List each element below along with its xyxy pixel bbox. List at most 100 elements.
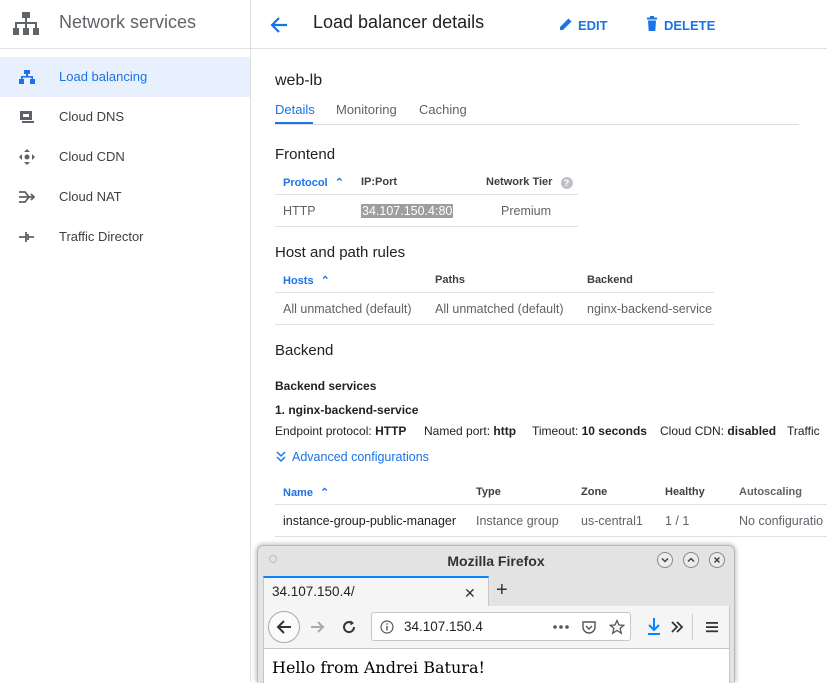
load-balancer-name: web-lb	[275, 72, 323, 89]
browser-toolbar: 34.107.150.4	[263, 606, 730, 648]
table-divider	[275, 504, 827, 505]
column-header-zone: Zone	[581, 486, 608, 498]
table-divider	[275, 324, 714, 325]
sidebar-header: Network services	[0, 0, 250, 49]
sidebar-item-cloud-cdn[interactable]: Cloud CDN	[0, 137, 250, 177]
cloud-cdn-icon	[19, 149, 35, 165]
pencil-icon	[560, 18, 572, 30]
advanced-configurations-link[interactable]: Advanced configurations	[292, 450, 429, 464]
maximize-icon	[687, 557, 695, 563]
sidebar-item-label: Cloud DNS	[59, 109, 125, 124]
delete-label: DELETE	[664, 18, 716, 33]
close-window-button[interactable]	[709, 552, 725, 568]
minimize-button[interactable]	[657, 552, 673, 568]
back-arrow-icon[interactable]	[268, 14, 290, 36]
tab-close-icon[interactable]: ✕	[464, 585, 476, 602]
firefox-window: Mozilla Firefox 34.107.150.4/ ✕ + 34.107…	[257, 545, 735, 683]
cell-ip-port: 34.107.150.4:80	[361, 204, 454, 218]
info-icon[interactable]	[380, 620, 394, 634]
cell-healthy: 1 / 1	[665, 514, 690, 528]
column-header-backend: Backend	[587, 274, 633, 286]
browser-back-button[interactable]	[268, 611, 300, 643]
browser-tab[interactable]: 34.107.150.4/ ✕	[263, 576, 489, 607]
named-port: Named port: http	[424, 424, 517, 438]
tab-caching[interactable]: Caching	[419, 102, 467, 117]
chevron-down-icon	[276, 451, 286, 463]
help-icon[interactable]: ?	[560, 177, 573, 189]
table-divider	[275, 536, 827, 537]
edit-button[interactable]: EDIT	[558, 16, 618, 34]
sort-arrow-up-icon: ⌃	[320, 487, 330, 499]
table-divider	[275, 226, 578, 227]
sidebar-item-label: Load balancing	[59, 69, 148, 84]
traffic-label: Traffic	[787, 424, 820, 438]
sidebar-item-traffic-director[interactable]: Traffic Director	[0, 217, 250, 257]
maximize-button[interactable]	[683, 552, 699, 568]
toolbar-separator	[692, 614, 693, 640]
cell-network-tier: Premium	[501, 204, 552, 218]
browser-page-content: Hello from Andrei Batura!	[263, 648, 730, 683]
new-tab-icon[interactable]: +	[496, 579, 508, 602]
url-text: 34.107.150.4	[404, 619, 483, 634]
overflow-chevrons-icon[interactable]	[669, 619, 685, 635]
cell-backend: nginx-backend-service	[587, 302, 713, 316]
column-header-ip-port: IP:Port	[361, 176, 398, 188]
column-header-hosts[interactable]: Hosts ⌃	[283, 274, 330, 287]
column-header-healthy: Healthy	[665, 486, 705, 498]
close-icon	[713, 556, 721, 564]
timeout: Timeout: 10 seconds	[532, 424, 647, 438]
forward-arrow-icon[interactable]	[308, 618, 326, 636]
table-divider	[275, 194, 578, 195]
sidebar-item-label: Cloud CDN	[59, 149, 125, 164]
sidebar-item-cloud-dns[interactable]: Cloud DNS	[0, 97, 250, 137]
sidebar-item-label: Cloud NAT	[59, 189, 122, 204]
page-header: Load balancer details EDIT DELETE	[251, 0, 827, 49]
cell-hosts: All unmatched (default)	[283, 302, 412, 316]
sidebar-item-label: Traffic Director	[59, 229, 144, 244]
network-services-icon	[13, 12, 39, 35]
cell-zone: us-central1	[581, 514, 643, 528]
cell-type: Instance group	[476, 514, 559, 528]
sidebar-title: Network services	[59, 12, 197, 32]
sidebar-item-cloud-nat[interactable]: Cloud NAT	[0, 177, 250, 217]
trash-icon	[647, 16, 657, 31]
host-rules-section-title: Host and path rules	[275, 244, 406, 261]
column-header-type: Type	[476, 486, 501, 498]
bookmark-star-icon[interactable]	[609, 619, 625, 635]
cloud-nat-icon	[19, 191, 36, 203]
sidebar-item-load-balancing[interactable]: Load balancing	[0, 57, 250, 97]
reload-icon[interactable]	[340, 618, 358, 636]
browser-tab-title: 34.107.150.4/	[272, 584, 355, 599]
cell-paths: All unmatched (default)	[435, 302, 564, 316]
hamburger-menu-icon[interactable]	[704, 619, 720, 635]
tabs-divider	[275, 124, 799, 125]
column-header-paths: Paths	[435, 274, 465, 286]
column-header-protocol[interactable]: Protocol ⌃	[283, 176, 344, 189]
traffic-director-icon	[19, 232, 34, 242]
frontend-section-title: Frontend	[275, 146, 336, 163]
backend-service-name: 1. nginx-backend-service	[275, 403, 419, 417]
column-header-name[interactable]: Name ⌃	[283, 486, 329, 499]
load-balancing-icon	[19, 70, 35, 84]
minimize-icon	[661, 557, 669, 563]
cloud-dns-icon	[20, 111, 34, 123]
pocket-icon[interactable]	[581, 619, 597, 635]
cell-protocol: HTTP	[283, 204, 316, 218]
sort-arrow-up-icon: ⌃	[334, 177, 344, 189]
tab-monitoring[interactable]: Monitoring	[336, 102, 397, 117]
sort-arrow-up-icon: ⌃	[320, 275, 330, 287]
column-header-autoscaling: Autoscaling	[739, 486, 802, 498]
cloud-cdn-status: Cloud CDN: disabled	[660, 424, 777, 438]
delete-button[interactable]: DELETE	[644, 16, 719, 34]
column-header-network-tier: Network Tier ?	[486, 176, 573, 189]
backend-services-label: Backend services	[275, 379, 377, 393]
page-text: Hello from Andrei Batura!	[272, 658, 485, 677]
tab-details[interactable]: Details	[275, 102, 315, 117]
page-title: Load balancer details	[313, 12, 485, 32]
download-icon[interactable]	[646, 617, 662, 637]
edit-label: EDIT	[578, 18, 608, 33]
cell-instance-group-name[interactable]: instance-group-public-manager	[283, 514, 456, 528]
page-actions-icon[interactable]	[552, 624, 570, 630]
url-bar[interactable]: 34.107.150.4	[371, 612, 631, 641]
backend-section-title: Backend	[275, 342, 334, 359]
